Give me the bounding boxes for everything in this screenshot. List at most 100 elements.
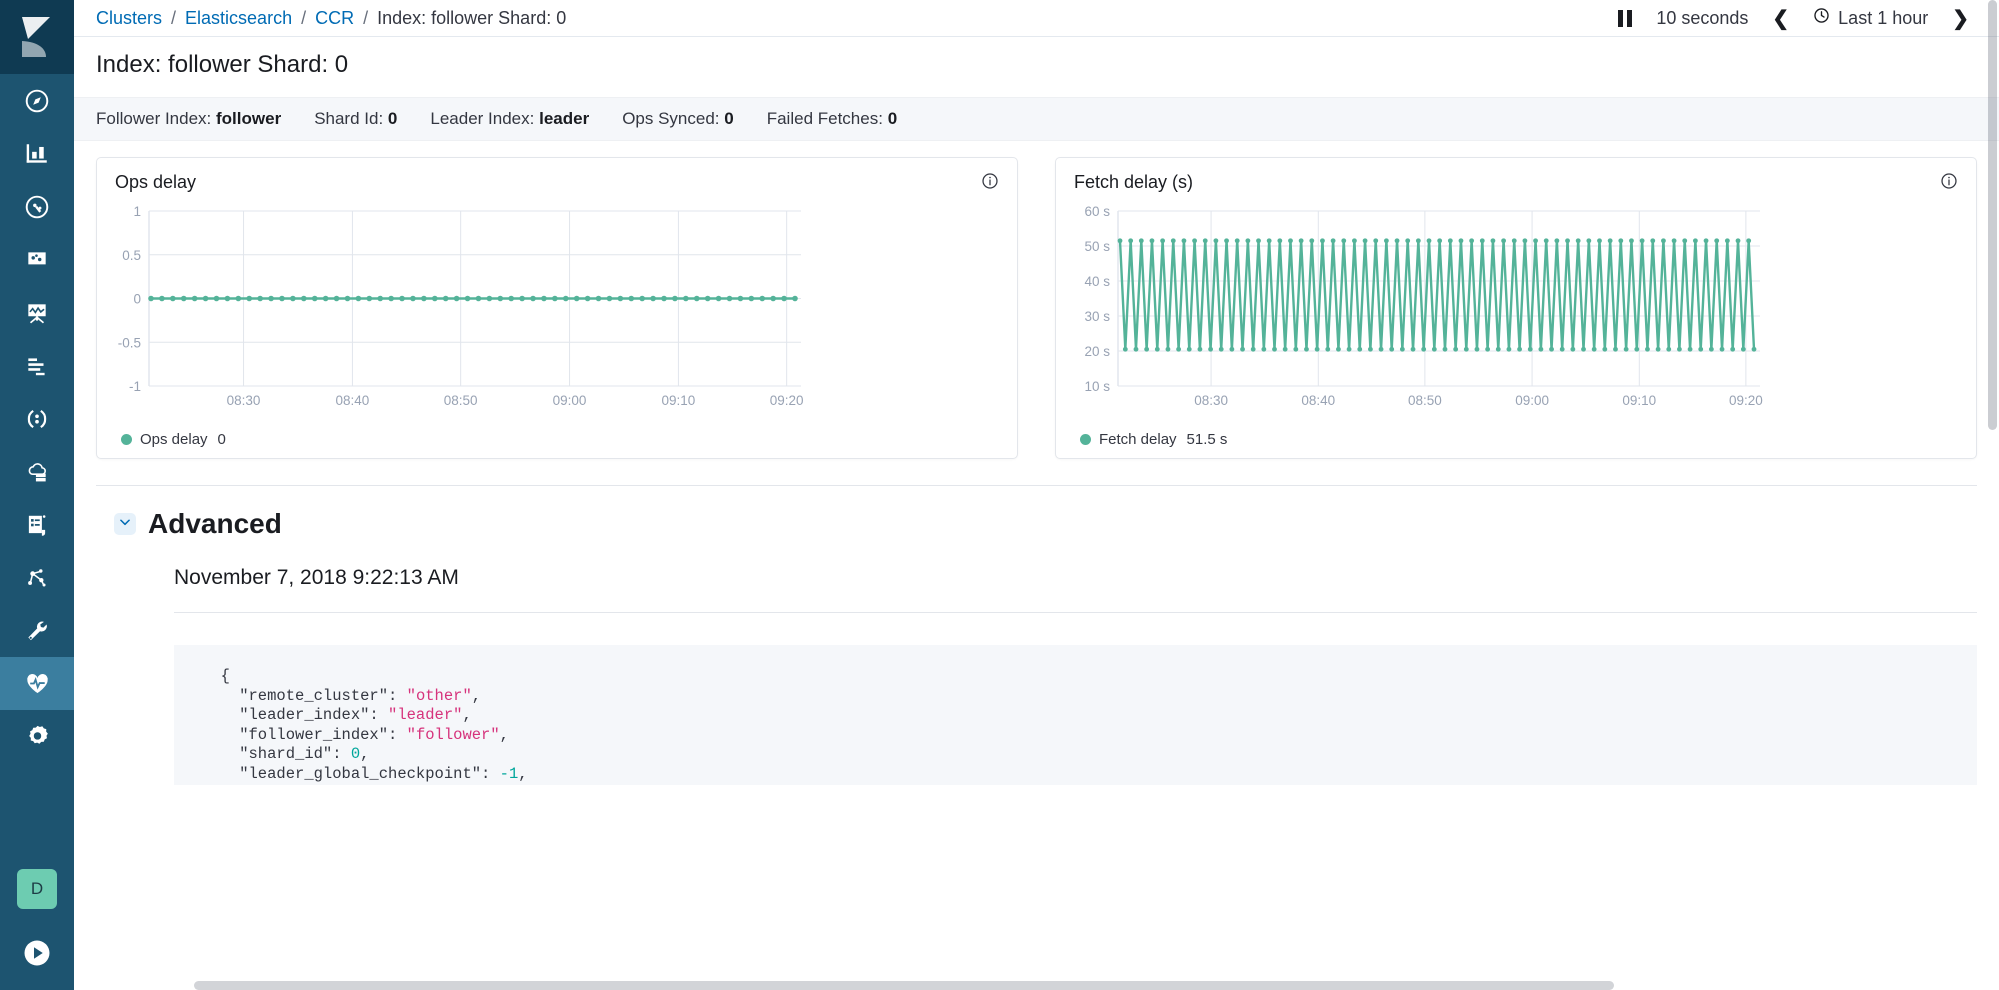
accordion-toggle-button[interactable] [114, 513, 136, 535]
sidebar-item-visualize[interactable] [0, 127, 74, 180]
svg-text:0.5: 0.5 [122, 248, 141, 263]
svg-text:08:50: 08:50 [1408, 393, 1442, 408]
sidebar-item-monitoring[interactable] [0, 657, 74, 710]
status-value: 0 [724, 109, 733, 128]
info-icon[interactable] [981, 172, 999, 195]
ops-delay-title: Ops delay [115, 172, 196, 193]
advanced-timestamp: November 7, 2018 9:22:13 AM [74, 540, 1999, 590]
graph-icon [24, 565, 50, 591]
ops-delay-panel: Ops delay 10.50-0.5-108:3008:4008:5009:0… [96, 157, 1018, 459]
legend-color-dot [1080, 434, 1091, 445]
svg-text:09:10: 09:10 [662, 393, 696, 408]
sidebar-collapse-button[interactable] [0, 920, 74, 990]
fetch-delay-panel: Fetch delay (s) 60 s 50 s 40 s 30 s 20 s 10 s… [1055, 157, 1977, 459]
svg-text:0: 0 [133, 292, 141, 307]
sidebar-item-discover[interactable] [0, 74, 74, 127]
main-content: Clusters / Elasticsearch / CCR / Index: … [74, 0, 1999, 990]
kibana-logo[interactable] [0, 0, 74, 74]
svg-text:09:20: 09:20 [770, 393, 804, 408]
fetch-delay-svg: 60 s 50 s 40 s 30 s 20 s 10 s 08:30 08:40 08:50 0… [1074, 205, 1764, 420]
svg-text:40 s: 40 s [1084, 274, 1110, 289]
breadcrumb-separator: / [171, 8, 176, 29]
svg-text:-0.5: -0.5 [118, 335, 141, 350]
fetch-delay-title: Fetch delay (s) [1074, 172, 1193, 193]
ops-delay-svg: 10.50-0.5-108:3008:4008:5009:0009:1009:2… [115, 205, 805, 420]
fetch-delay-chart[interactable]: 60 s 50 s 40 s 30 s 20 s 10 s 08:30 08:40 08:50 0… [1074, 205, 1958, 425]
breadcrumb-item-elasticsearch[interactable]: Elasticsearch [185, 8, 292, 29]
svg-text:09:00: 09:00 [1515, 393, 1549, 408]
sidebar-item-management[interactable] [0, 710, 74, 763]
svg-text:50 s: 50 s [1084, 239, 1110, 254]
chevron-left-icon: ❮ [1772, 6, 1789, 31]
canvas-icon [24, 247, 50, 273]
shard-summary-bar: Follower Index: follower Shard Id: 0 Lea… [74, 97, 1999, 141]
user-avatar-cell[interactable]: D [0, 858, 74, 920]
page-title-bar: Index: follower Shard: 0 [74, 37, 1999, 97]
sidebar-item-graph[interactable] [0, 551, 74, 604]
advanced-section-header: Advanced [74, 486, 1999, 540]
advanced-divider [174, 612, 1977, 613]
breadcrumb-item-ccr[interactable]: CCR [315, 8, 354, 29]
status-label: Shard Id: [314, 109, 383, 128]
maps-icon [24, 300, 50, 326]
dashboard-icon [24, 194, 50, 220]
uptime-icon [24, 512, 50, 538]
sidebar-item-maps[interactable] [0, 286, 74, 339]
page-title: Index: follower Shard: 0 [96, 51, 1977, 79]
svg-text:08:30: 08:30 [1194, 393, 1228, 408]
next-time-button[interactable]: ❯ [1940, 0, 1981, 37]
ops-delay-legend: Ops delay 0 [115, 431, 999, 448]
legend-value: 51.5 s [1187, 431, 1228, 448]
chart-panels: Ops delay 10.50-0.5-108:3008:4008:5009:0… [74, 141, 1999, 459]
svg-text:08:40: 08:40 [336, 393, 370, 408]
svg-text:10 s: 10 s [1084, 379, 1110, 394]
legend-value: 0 [218, 431, 226, 448]
sidebar-item-dashboard[interactable] [0, 180, 74, 233]
advanced-title: Advanced [148, 508, 282, 540]
sidebar-item-infrastructure[interactable] [0, 445, 74, 498]
play-icon [22, 938, 52, 973]
pause-refresh-button[interactable] [1606, 0, 1644, 37]
status-value: 0 [888, 109, 897, 128]
page-scrollbar[interactable] [1985, 0, 1999, 990]
app-root: D Clusters / Elasticsearch / CCR / Index… [0, 0, 1999, 990]
legend-color-dot [121, 434, 132, 445]
status-leader-index: Leader Index: leader [430, 109, 589, 129]
info-icon[interactable] [1940, 172, 1958, 195]
status-label: Follower Index: [96, 109, 211, 128]
discover-icon [24, 88, 50, 114]
time-range-label: Last 1 hour [1838, 8, 1928, 29]
previous-time-button[interactable]: ❮ [1760, 0, 1801, 37]
horizontal-scrollbar[interactable] [194, 981, 1614, 990]
svg-text:30 s: 30 s [1084, 309, 1110, 324]
svg-text:20 s: 20 s [1084, 344, 1110, 359]
status-ops-synced: Ops Synced: 0 [622, 109, 734, 129]
top-bar: Clusters / Elasticsearch / CCR / Index: … [74, 0, 1999, 37]
sidebar-item-logs[interactable] [0, 339, 74, 392]
ops-delay-chart[interactable]: 10.50-0.5-108:3008:4008:5009:0009:1009:2… [115, 205, 999, 425]
apm-icon [24, 406, 50, 432]
monitoring-icon [24, 670, 51, 697]
refresh-interval-label[interactable]: 10 seconds [1644, 0, 1760, 37]
legend-label: Fetch delay [1099, 431, 1177, 448]
time-range-button[interactable]: Last 1 hour [1801, 0, 1940, 37]
chevron-down-icon [118, 515, 132, 534]
advanced-code-panel[interactable]: { "remote_cluster": "other", "leader_ind… [174, 645, 1977, 785]
fetch-delay-legend: Fetch delay 51.5 s [1074, 431, 1958, 448]
breadcrumb-item-clusters[interactable]: Clusters [96, 8, 162, 29]
svg-text:60 s: 60 s [1084, 205, 1110, 219]
shard-stats-json: { "remote_cluster": "other", "leader_ind… [174, 667, 1977, 785]
status-value: follower [216, 109, 281, 128]
status-follower-index: Follower Index: follower [96, 109, 281, 129]
breadcrumb-item-current: Index: follower Shard: 0 [377, 8, 566, 29]
sidebar-item-apm[interactable] [0, 392, 74, 445]
svg-text:08:40: 08:40 [1301, 393, 1335, 408]
status-shard-id: Shard Id: 0 [314, 109, 397, 129]
breadcrumb-separator: / [363, 8, 368, 29]
ops-delay-panel-header: Ops delay [115, 172, 999, 195]
status-failed-fetches: Failed Fetches: 0 [767, 109, 897, 129]
sidebar-item-uptime[interactable] [0, 498, 74, 551]
sidebar-item-canvas[interactable] [0, 233, 74, 286]
scrollbar-thumb[interactable] [1988, 0, 1997, 430]
sidebar-item-dev-tools[interactable] [0, 604, 74, 657]
